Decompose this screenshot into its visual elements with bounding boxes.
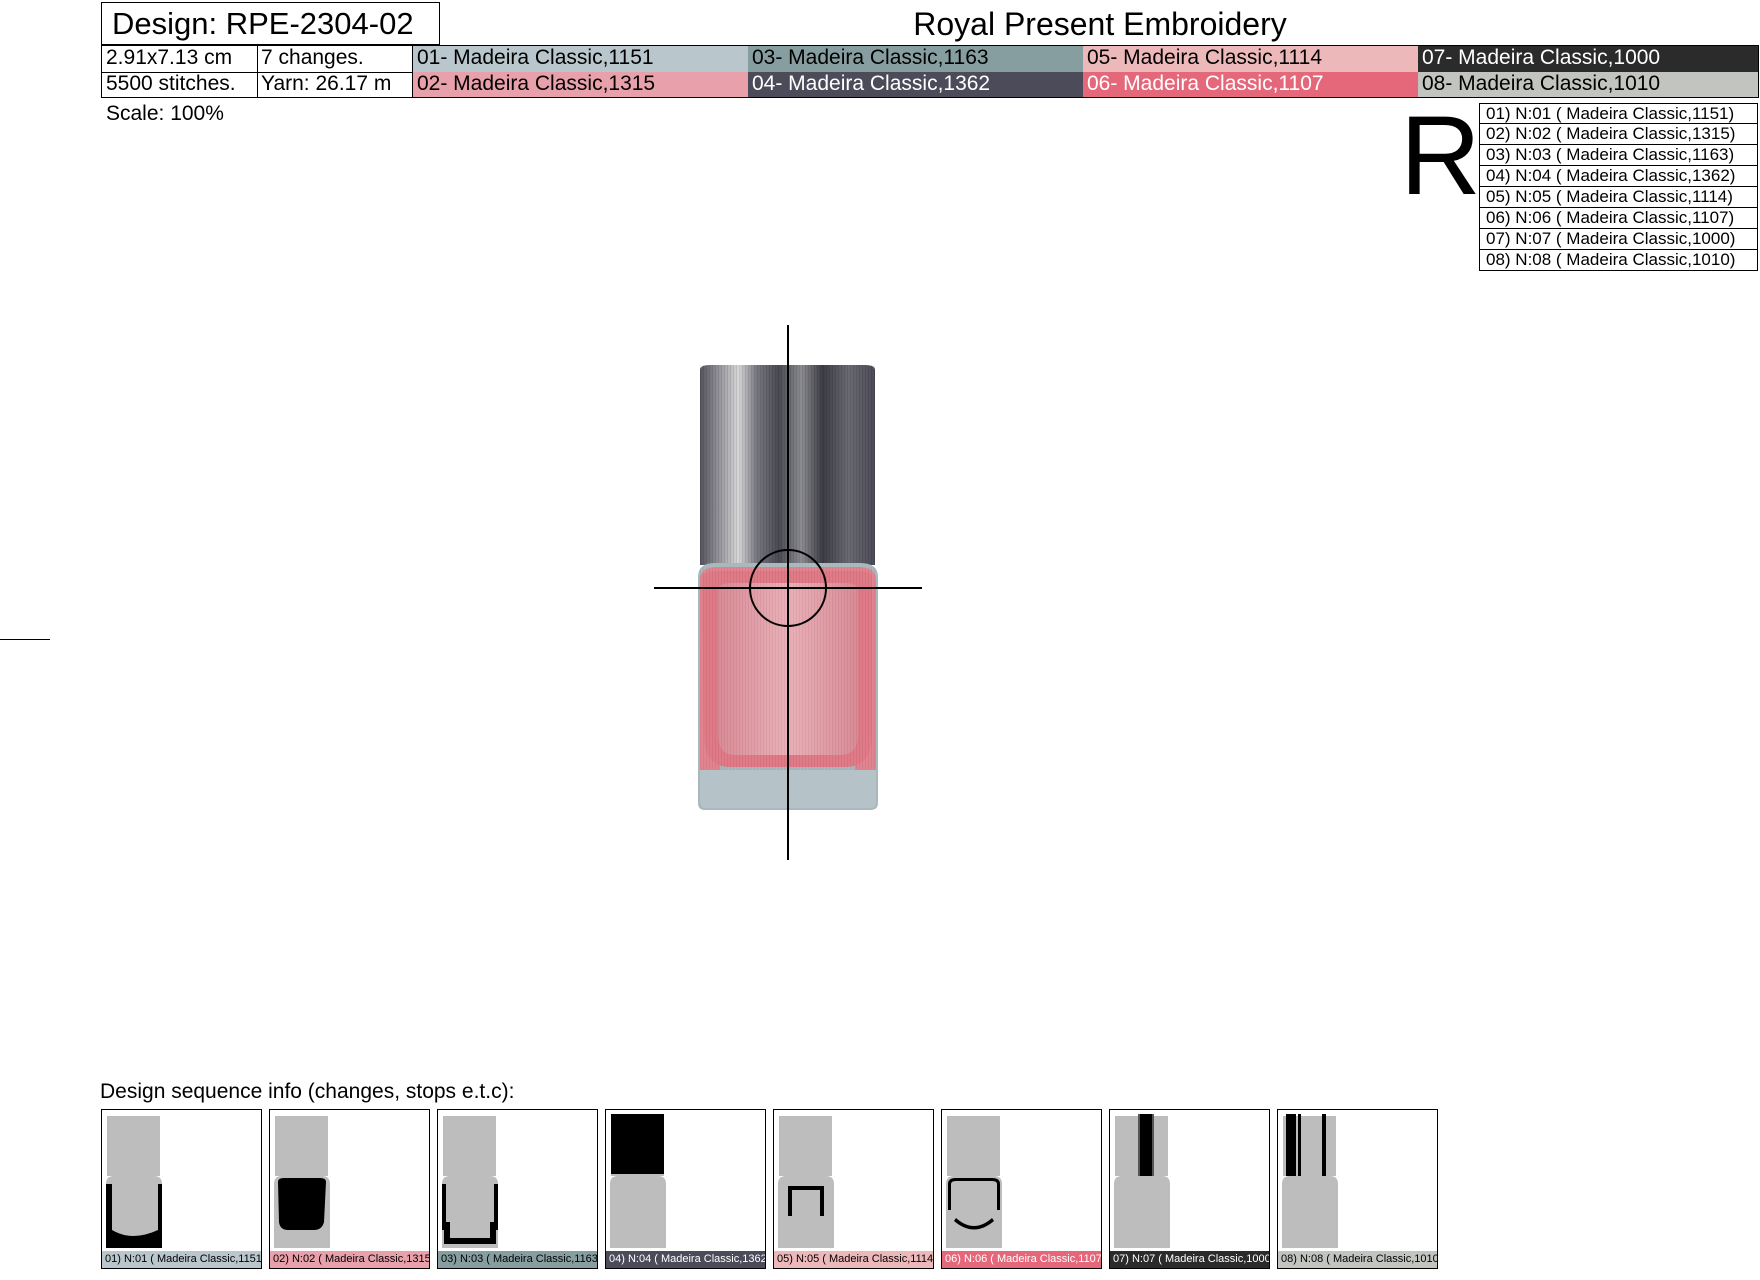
- thread-legend: 01) N:01 ( Madeira Classic,1151) 02) N:02…: [1479, 103, 1758, 271]
- color-swatch-07: 07- Madeira Classic,1000: [1418, 46, 1758, 72]
- sequence-step-07: 07) N:07 ( Madeira Classic,1000: [1109, 1109, 1270, 1269]
- legend-row: 06) N:06 ( Madeira Classic,1107): [1479, 208, 1758, 229]
- color-swatch-01: 01- Madeira Classic,1151: [413, 46, 748, 72]
- company-name: Royal Present Embroidery: [913, 6, 1287, 42]
- scale-label: Scale: 100%: [106, 102, 224, 125]
- design-info-table: 2.91x7.13 cm 7 changes. 5500 stitches. Y…: [101, 45, 1759, 98]
- sequence-step-caption: 01) N:01 ( Madeira Classic,1151: [102, 1251, 261, 1268]
- sequence-step-06: 06) N:06 ( Madeira Classic,1107: [941, 1109, 1102, 1269]
- yarn-cell: Yarn: 26.17 m: [261, 72, 392, 95]
- design-preview: [654, 325, 922, 860]
- sequence-step-caption: 07) N:07 ( Madeira Classic,1000: [1110, 1251, 1269, 1268]
- sequence-step-04: 04) N:04 ( Madeira Classic,1362: [605, 1109, 766, 1269]
- legend-row: 04) N:04 ( Madeira Classic,1362): [1479, 166, 1758, 187]
- sequence-step-08: 08) N:08 ( Madeira Classic,1010: [1277, 1109, 1438, 1269]
- design-title: Design: RPE-2304-02: [101, 2, 440, 45]
- sequence-step-03: 03) N:03 ( Madeira Classic,1163: [437, 1109, 598, 1269]
- stitches-cell: 5500 stitches.: [106, 72, 236, 95]
- sequence-step-05: 05) N:05 ( Madeira Classic,1114: [773, 1109, 934, 1269]
- sequence-step-caption: 05) N:05 ( Madeira Classic,1114: [774, 1251, 933, 1268]
- sequence-step-caption: 02) N:02 ( Madeira Classic,1315: [270, 1251, 429, 1268]
- legend-row: 08) N:08 ( Madeira Classic,1010): [1479, 250, 1758, 271]
- margin-tick: [0, 639, 50, 640]
- sequence-step-caption: 04) N:04 ( Madeira Classic,1362: [606, 1251, 765, 1268]
- sequence-step-caption: 03) N:03 ( Madeira Classic,1163: [438, 1251, 597, 1268]
- changes-cell: 7 changes.: [261, 46, 364, 69]
- legend-row: 02) N:02 ( Madeira Classic,1315): [1479, 124, 1758, 145]
- color-swatch-05: 05- Madeira Classic,1114: [1083, 46, 1418, 72]
- legend-row: 01) N:01 ( Madeira Classic,1151): [1479, 103, 1758, 124]
- color-swatch-06: 06- Madeira Classic,1107: [1083, 72, 1418, 97]
- color-swatch-02: 02- Madeira Classic,1315: [413, 72, 748, 97]
- sequence-step-01: 01) N:01 ( Madeira Classic,1151: [101, 1109, 262, 1269]
- legend-row: 07) N:07 ( Madeira Classic,1000): [1479, 229, 1758, 250]
- sequence-step-caption: 08) N:08 ( Madeira Classic,1010: [1278, 1251, 1437, 1268]
- sequence-step-caption: 06) N:06 ( Madeira Classic,1107: [942, 1251, 1101, 1268]
- orientation-mark: R: [1400, 93, 1481, 218]
- sequence-label: Design sequence info (changes, stops e.t…: [100, 1080, 515, 1103]
- color-swatch-04: 04- Madeira Classic,1362: [748, 72, 1083, 97]
- legend-row: 03) N:03 ( Madeira Classic,1163): [1479, 145, 1758, 166]
- color-swatch-03: 03- Madeira Classic,1163: [748, 46, 1083, 72]
- size-cell: 2.91x7.13 cm: [106, 46, 233, 69]
- legend-row: 05) N:05 ( Madeira Classic,1114): [1479, 187, 1758, 208]
- sequence-step-02: 02) N:02 ( Madeira Classic,1315: [269, 1109, 430, 1269]
